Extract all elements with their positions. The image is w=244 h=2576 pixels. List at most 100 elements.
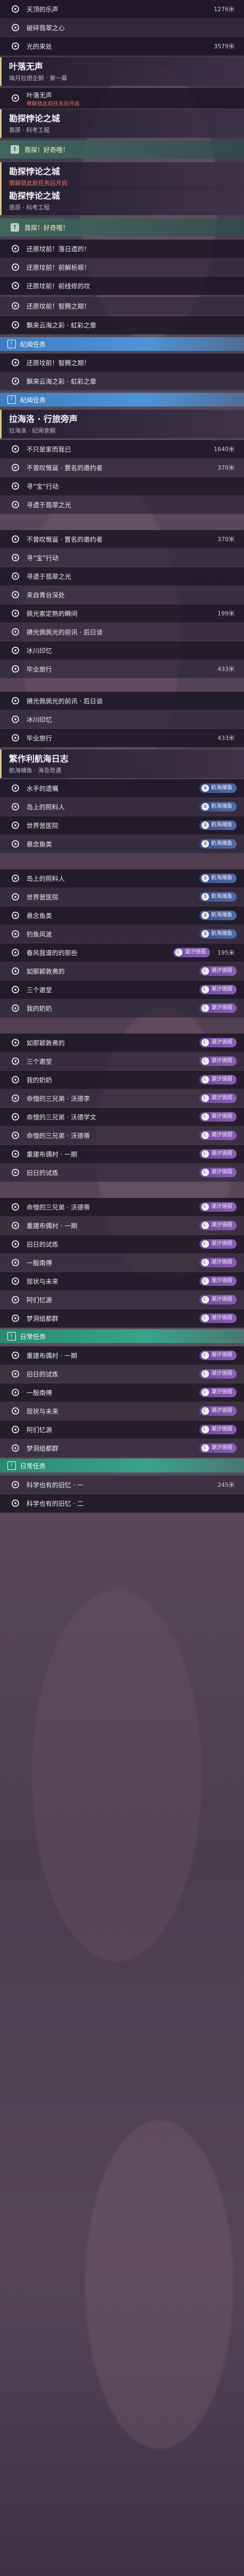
category-label: 纪闻任务 bbox=[20, 340, 46, 348]
quest-row[interactable]: 飘来云海之彩 · 虹彩之章 bbox=[0, 316, 244, 334]
quest-row[interactable]: 命惶的三兄弟 · 沃德蒂 ☾ 潮汐镜阁 bbox=[0, 1198, 244, 1216]
quest-row[interactable]: 不只是家而我已 1640米 bbox=[0, 440, 244, 458]
quest-title: 旧日的试炼 bbox=[27, 1169, 59, 1177]
quest-row[interactable]: 叶落无声 需解锁此前任务后开启 bbox=[0, 88, 244, 109]
radio-ring-icon bbox=[12, 321, 19, 329]
quest-row[interactable]: 三个邀堂 ☾ 潮汐镜阁 bbox=[0, 1052, 244, 1071]
quest-row[interactable]: 旧日的试炼 ☾ 潮汐镜阁 bbox=[0, 1163, 244, 1182]
chapter-subtitle: 璃月拉德企鹅 · 第一幕 bbox=[9, 75, 67, 82]
quest-row[interactable]: 拂光佩佩光的前讯 · 后日谈 bbox=[0, 692, 244, 710]
chapter-header[interactable]: 繁作利航海日志 航海捕鱼 · 海岛奇遇 bbox=[0, 749, 244, 778]
quest-row[interactable]: 冰川印忆 bbox=[0, 710, 244, 729]
active-quest-row[interactable]: ! 翡探！好奇哦！ bbox=[0, 140, 244, 158]
quest-title: 还原坟前！落日遗的！ bbox=[27, 245, 91, 253]
quest-title: 冰川印忆 bbox=[27, 647, 53, 655]
region-tag-sail: ⚓ 航海捕鱼 bbox=[199, 874, 237, 883]
quest-row[interactable]: 岛上的照料人 ⚓ 航海捕鱼 bbox=[0, 869, 244, 888]
quest-row[interactable]: 三个邀堂 ☾ 潮汐镜阁 bbox=[0, 981, 244, 999]
quest-row[interactable]: 命惶的三兄弟 · 沃德学文 ☾ 潮汐镜阁 bbox=[0, 1108, 244, 1126]
radio-ring-icon bbox=[12, 734, 19, 742]
quest-row[interactable]: 还原坟前！智腾之期！ bbox=[0, 297, 244, 315]
tag-label: 潮汐镜阁 bbox=[211, 1058, 232, 1064]
quest-row[interactable]: 科学也有的旧忆 · 一 245米 bbox=[0, 1476, 244, 1494]
region-tag-tide: ☾ 潮汐镜阁 bbox=[199, 1276, 237, 1286]
quest-row[interactable]: 寻遗于翡翠之光 bbox=[0, 496, 244, 514]
active-quest-row[interactable]: ! 翡探！好奇哦！ bbox=[0, 218, 244, 236]
quest-title: 旧日的试炼 bbox=[27, 1370, 59, 1378]
quest-row[interactable]: 天顶的乐声 1276米 bbox=[0, 0, 244, 19]
background-figure bbox=[85, 2120, 233, 2449]
quest-row[interactable]: 寻“宝”行动 bbox=[0, 477, 244, 496]
ship-icon: ⚓ bbox=[202, 875, 209, 882]
quest-row[interactable]: 佩光索定熟的瞬间 199米 bbox=[0, 604, 244, 623]
chapter-header[interactable]: 叶落无声 璃月拉德企鹅 · 第一幕 bbox=[0, 57, 244, 86]
quest-row[interactable]: 毕业旅行 433米 bbox=[0, 660, 244, 678]
quest-row[interactable]: 还原坟前！落日遗的！ bbox=[0, 240, 244, 258]
chapter-header[interactable]: 勘探悖论之城 翡原 · 科考工程 bbox=[0, 109, 244, 138]
moon-icon: ☾ bbox=[202, 1222, 209, 1229]
quest-row[interactable]: 旧日的试炼 ☾ 潮汐镜阁 bbox=[0, 1365, 244, 1383]
quest-row[interactable]: 一殷南傅 ☾ 潮汐镜阁 bbox=[0, 1254, 244, 1272]
quest-row[interactable]: 重建布偶村 · 一期 ☾ 潮汐镜阁 bbox=[0, 1346, 244, 1365]
quest-row[interactable]: 如那颖敦弗的 ☾ 潮汐镜阁 bbox=[0, 962, 244, 981]
quest-row[interactable]: 飘来云海之彩 · 虹彩之章 bbox=[0, 372, 244, 391]
quest-row[interactable]: 不曾叹慨诞 · 置名的邀约者 370米 bbox=[0, 458, 244, 477]
quest-row[interactable]: 梦洞组都群 ☾ 潮汐镜阁 bbox=[0, 1309, 244, 1328]
quest-row[interactable]: 我的奶奶 ☾ 潮汐镜阁 bbox=[0, 999, 244, 1018]
quest-row[interactable]: 世界营医院 ⚓ 航海捕鱼 bbox=[0, 888, 244, 906]
quest-row[interactable]: 还原坟前！前解析顺！ bbox=[0, 258, 244, 277]
quest-row[interactable]: 科学也有的旧忆 · 二 bbox=[0, 1494, 244, 1513]
quest-row[interactable]: 现状与未来 ☾ 潮汐镜阁 bbox=[0, 1272, 244, 1291]
quest-row[interactable]: 不曾叹慨诞 · 置名的邀约者 370米 bbox=[0, 530, 244, 549]
quest-row[interactable]: 命惶的三兄弟 · 沃德蒂 ☾ 潮汐镜阁 bbox=[0, 1126, 244, 1145]
distance-label: 433米 bbox=[217, 735, 234, 742]
quest-row[interactable]: 水手的遗嘱 ⚓ 航海捕鱼 bbox=[0, 779, 244, 798]
quest-row[interactable]: 还原坟前！前线修的坟 bbox=[0, 277, 244, 295]
quest-row[interactable]: 冰川印忆 bbox=[0, 641, 244, 660]
chapter-header[interactable]: 拉海洛 · 行旅旁声 拉海洛 · 纪闻食鲷 bbox=[0, 410, 244, 438]
category-bar[interactable]: ! 日常任务 bbox=[0, 1329, 244, 1343]
chapter-header[interactable]: 勘探悖论之城 翡原 · 科考工程 bbox=[0, 187, 244, 215]
quest-row[interactable]: 春风我谱的的那些 ☾ 潮汐镜阁 195米 bbox=[0, 943, 244, 962]
quest-row[interactable]: 我的奶奶 ☾ 潮汐镜阁 bbox=[0, 1071, 244, 1089]
quest-row[interactable]: 重建布偶村 · 一期 ☾ 潮汐镜阁 bbox=[0, 1216, 244, 1235]
quest-row[interactable]: 旧日的试炼 ☾ 潮汐镜阁 bbox=[0, 1235, 244, 1254]
category-bar[interactable]: ! 纪闻任务 bbox=[0, 337, 244, 351]
quest-row[interactable]: 寻遗于翡翠之光 bbox=[0, 567, 244, 586]
radio-ring-icon bbox=[12, 628, 19, 636]
quest-row[interactable]: 阿们忆源 ☾ 潮汐镜阁 bbox=[0, 1421, 244, 1439]
quest-title: 命惶的三兄弟 · 沃德蒂 bbox=[27, 1203, 90, 1211]
quest-row[interactable]: 梦洞组都群 ☾ 潮汐镜阁 bbox=[0, 1439, 244, 1458]
region-tag-tide: ☾ 潮汐镜阁 bbox=[199, 966, 237, 976]
quest-title: 寻“宝”行动 bbox=[27, 554, 59, 562]
chapter-subtitle: 翡原 · 科考工程 bbox=[9, 204, 50, 211]
quest-row[interactable]: 破碎翡翠之心 bbox=[0, 19, 244, 37]
quest-row[interactable]: 现状与未来 ☾ 潮汐镜阁 bbox=[0, 1402, 244, 1421]
category-bar[interactable]: ! 日常任务 bbox=[0, 1459, 244, 1472]
quest-row[interactable]: 命惶的三兄弟 · 沃德李 ☾ 潮汐镜阁 bbox=[0, 1089, 244, 1108]
quest-title: 春风我谱的的那些 bbox=[27, 949, 78, 957]
quest-row[interactable]: 毕业旅行 433米 bbox=[0, 729, 244, 747]
quest-row[interactable]: 悬念鱼类 ⚓ 航海捕鱼 bbox=[0, 835, 244, 853]
quest-row[interactable]: 重建布偶村 · 一期 ☾ 潮汐镜阁 bbox=[0, 1145, 244, 1163]
radio-ring-icon bbox=[12, 42, 19, 50]
quest-row[interactable]: 悬念鱼类 ⚓ 航海捕鱼 bbox=[0, 906, 244, 925]
quest-row[interactable]: 阿们忆源 ☾ 潮汐镜阁 bbox=[0, 1291, 244, 1309]
quest-title: 还原坟前！智腾之期！ bbox=[27, 359, 91, 367]
quest-row[interactable]: 钓鱼风波 ⚓ 航海捕鱼 bbox=[0, 925, 244, 943]
chapter-subtitle: 航海捕鱼 · 海岛奇遇 bbox=[9, 767, 62, 774]
quest-row[interactable]: 岛上的照料人 ⚓ 航海捕鱼 bbox=[0, 798, 244, 816]
radio-ring-icon bbox=[12, 1259, 19, 1266]
quest-row[interactable]: 来自青台深处 bbox=[0, 586, 244, 604]
quest-row[interactable]: 如那颖敦弗的 ☾ 潮汐镜阁 bbox=[0, 1034, 244, 1052]
quest-row[interactable]: 光的来处 3579米 bbox=[0, 37, 244, 56]
quest-title: 寻“宝”行动 bbox=[27, 482, 59, 490]
quest-row[interactable]: 拂光佩佩光的前讯 · 后日谈 bbox=[0, 623, 244, 641]
tag-label: 潮汐镜阁 bbox=[211, 1241, 232, 1247]
tag-label: 航海捕鱼 bbox=[211, 912, 232, 918]
quest-row[interactable]: 世界营医院 ⚓ 航海捕鱼 bbox=[0, 816, 244, 835]
quest-row[interactable]: 寻“宝”行动 bbox=[0, 549, 244, 567]
category-bar[interactable]: ! 纪闻任务 bbox=[0, 393, 244, 407]
quest-row[interactable]: 一殷南傅 ☾ 潮汐镜阁 bbox=[0, 1383, 244, 1402]
quest-row[interactable]: 还原坟前！智腾之期！ bbox=[0, 354, 244, 372]
